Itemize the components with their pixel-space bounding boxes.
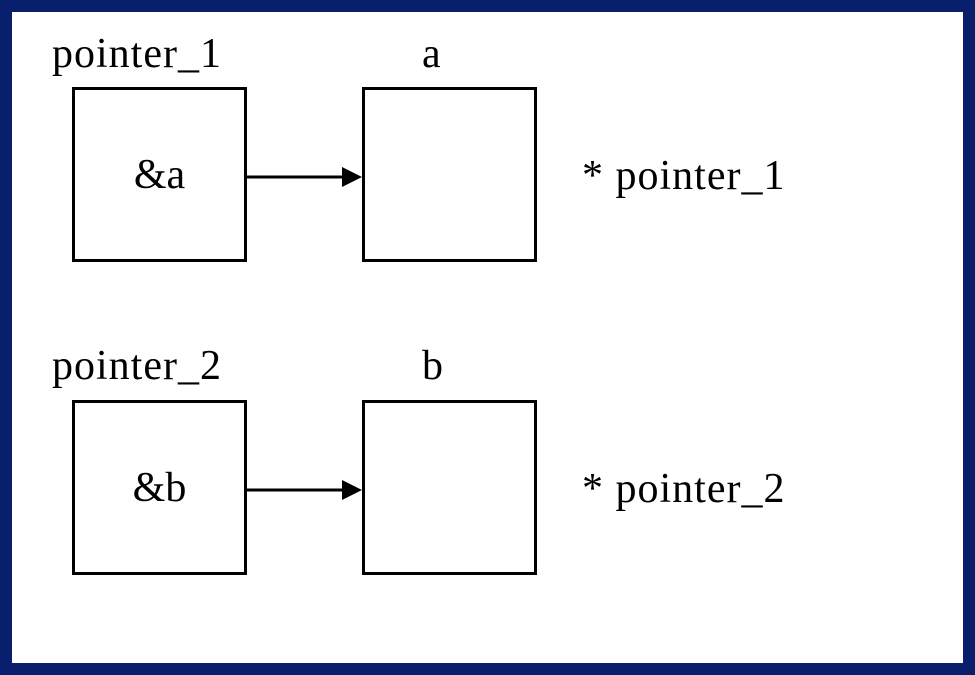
pointer-1-box-content: &a bbox=[134, 151, 185, 199]
pointer-1-label: pointer_1 bbox=[52, 30, 222, 78]
deref-pointer-1-label: * pointer_1 bbox=[582, 152, 785, 200]
pointer-2-box: &b bbox=[72, 400, 247, 575]
pointer-1-box: &a bbox=[72, 87, 247, 262]
pointer-2-box-content: &b bbox=[133, 464, 187, 512]
arrow-1 bbox=[247, 162, 367, 192]
arrow-2 bbox=[247, 475, 367, 505]
var-a-box bbox=[362, 87, 537, 262]
var-b-box bbox=[362, 400, 537, 575]
var-b-label: b bbox=[422, 342, 444, 390]
diagram-frame: pointer_1 a &a * pointer_1 pointer_2 b &… bbox=[0, 0, 975, 675]
var-a-label: a bbox=[422, 30, 442, 78]
deref-pointer-2-label: * pointer_2 bbox=[582, 465, 785, 513]
pointer-2-label: pointer_2 bbox=[52, 342, 222, 390]
